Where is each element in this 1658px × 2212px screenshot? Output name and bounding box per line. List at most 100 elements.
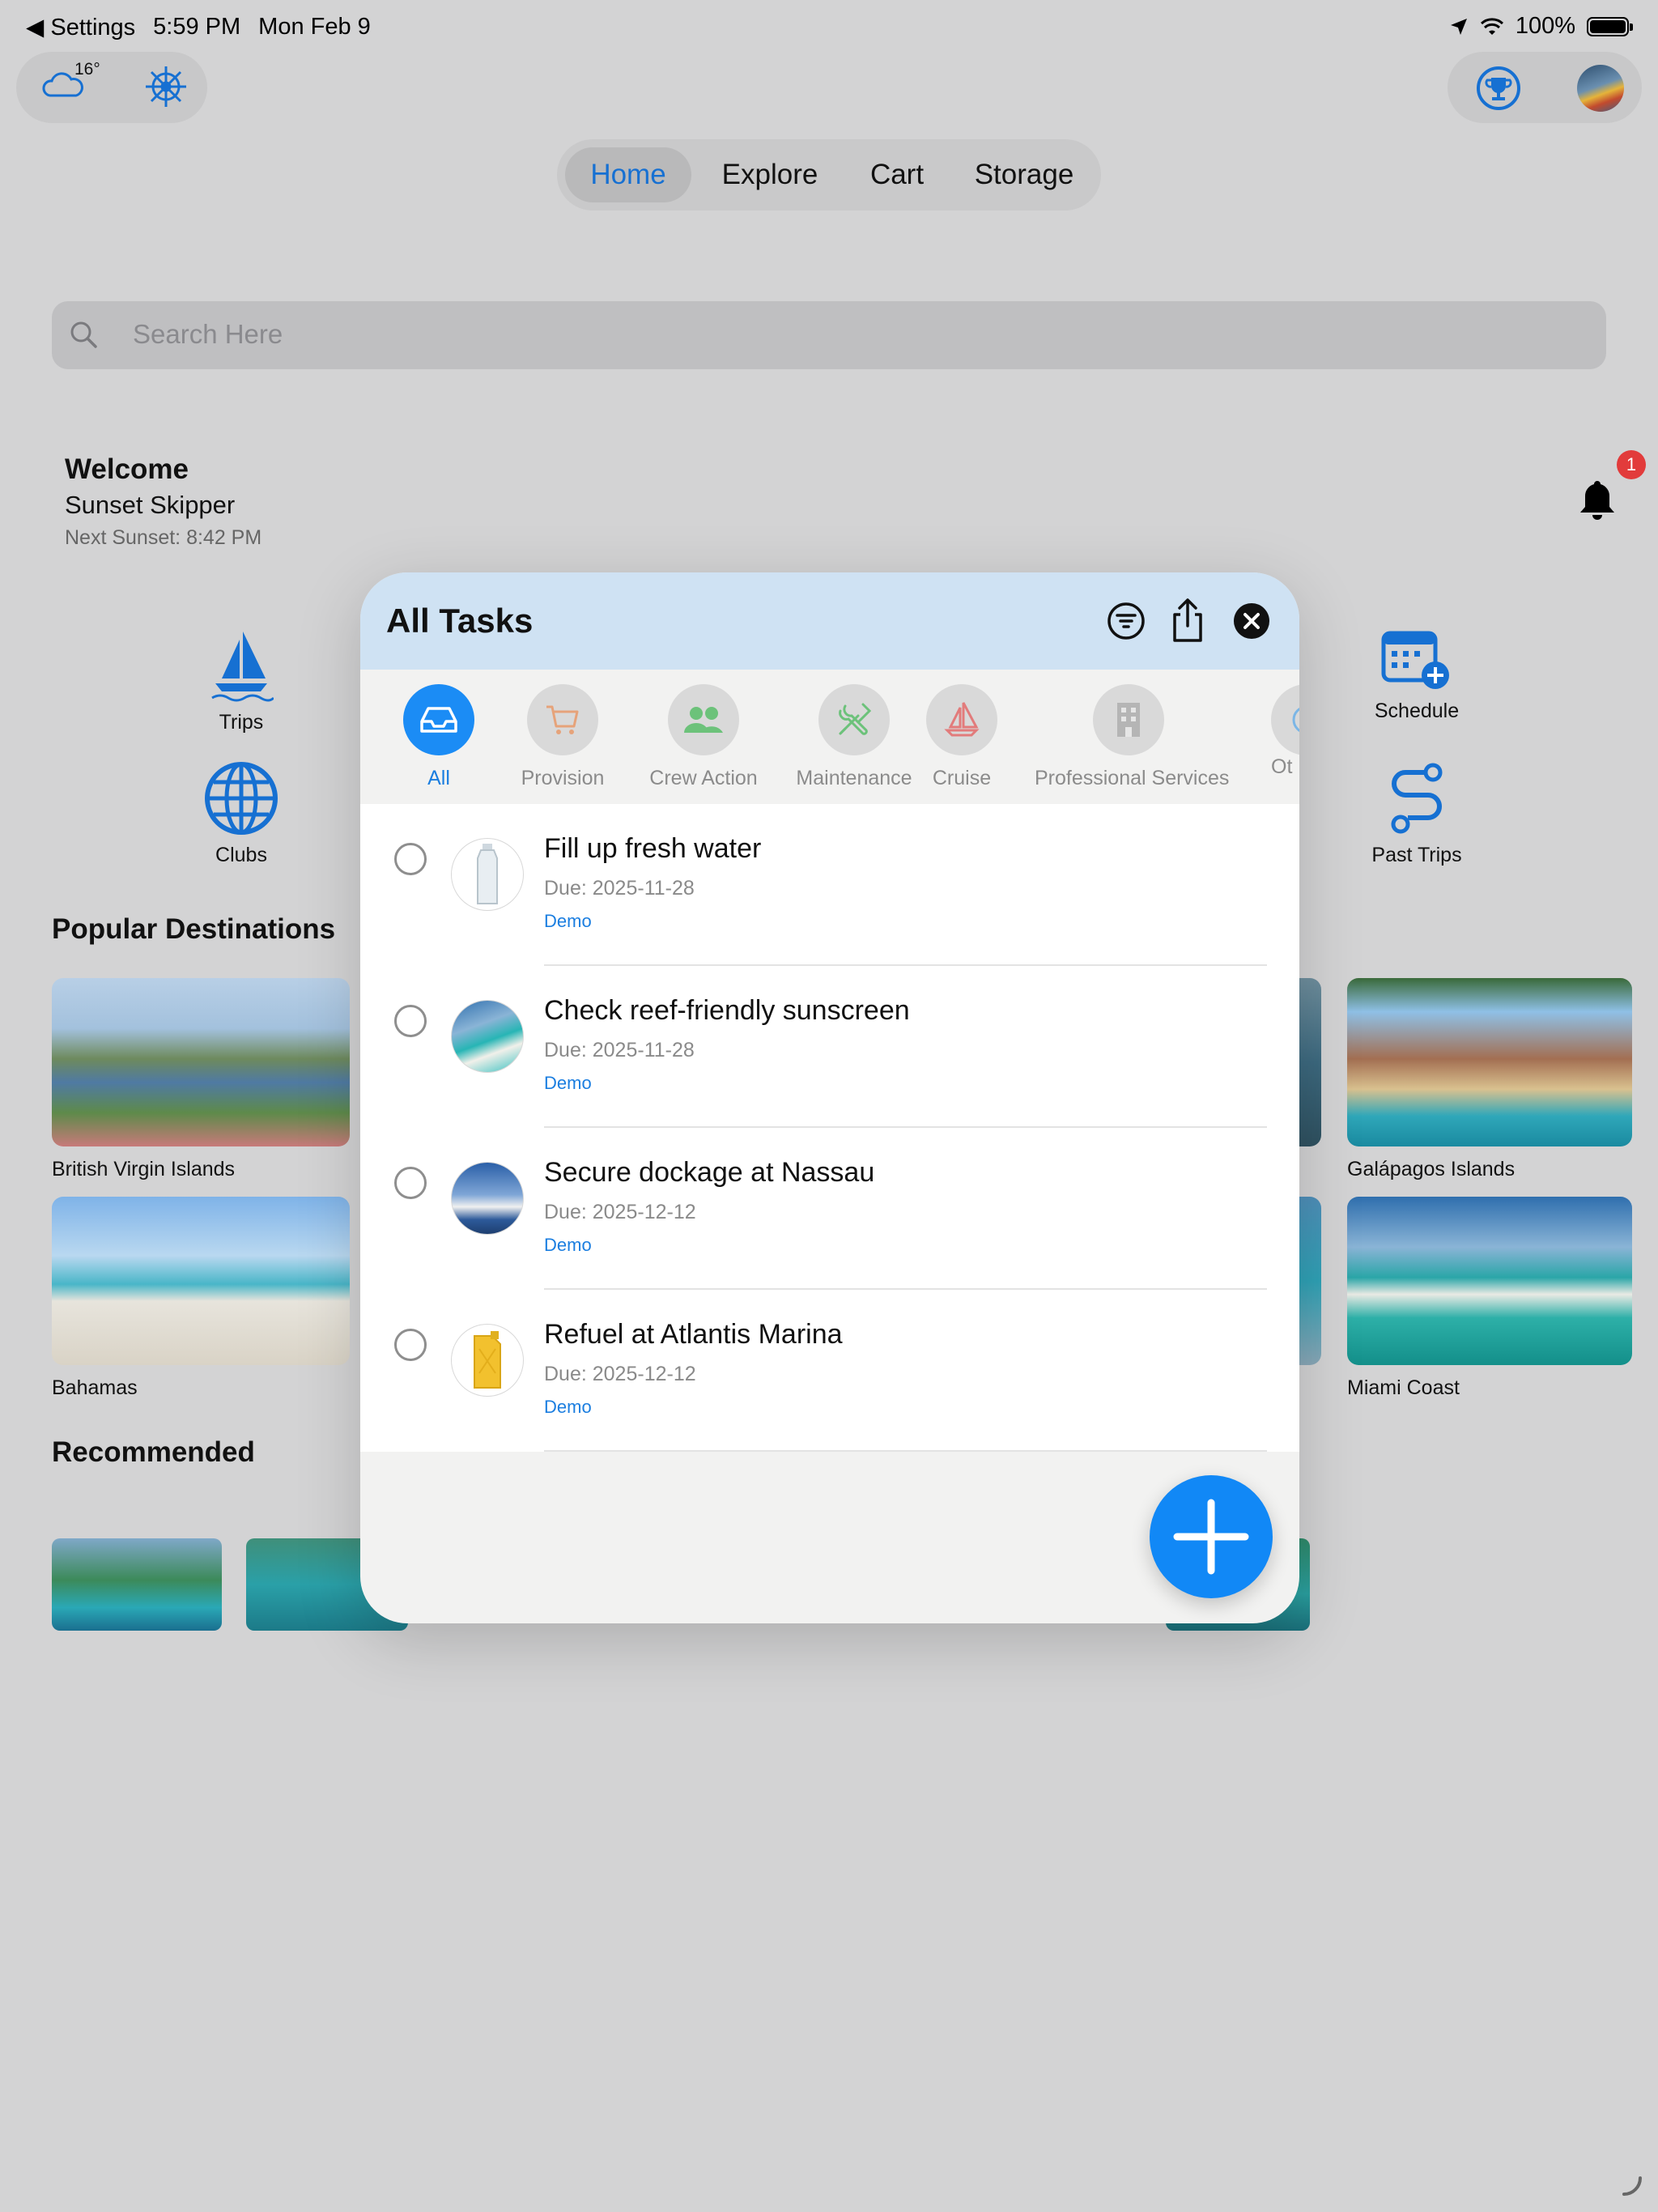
task-thumbnail	[451, 838, 524, 911]
destination-card[interactable]: British Virgin Islands	[52, 978, 350, 1181]
top-right-toolbar	[1448, 52, 1642, 123]
destination-image	[1347, 978, 1632, 1146]
tab-cart[interactable]: Cart	[840, 147, 954, 202]
clubs-label: Clubs	[215, 844, 267, 866]
destination-image	[52, 978, 350, 1146]
category-label: Cruise	[932, 767, 992, 789]
search-placeholder: Search Here	[133, 319, 283, 349]
sailboat-icon	[211, 632, 274, 702]
past-trips-button[interactable]: Past Trips	[1336, 761, 1498, 867]
category-label: Professional Services	[1035, 767, 1230, 789]
task-row[interactable]: Fill up fresh water Due: 2025-11-28 Demo	[360, 804, 1299, 966]
building-icon	[1117, 703, 1140, 737]
ship-wheel-icon	[146, 66, 186, 107]
task-row[interactable]: Refuel at Atlantis Marina Due: 2025-12-1…	[360, 1290, 1299, 1452]
battery-icon	[1587, 16, 1633, 36]
cart-icon	[546, 705, 579, 734]
recommended-card[interactable]	[52, 1538, 222, 1631]
destination-card[interactable]: Galápagos Islands	[1347, 978, 1632, 1181]
task-tag: Demo	[544, 1397, 592, 1417]
task-checkbox[interactable]	[394, 1167, 427, 1199]
category-label: Maintenance	[796, 767, 912, 789]
task-tag: Demo	[544, 1073, 592, 1093]
category-tab-all[interactable]: All	[398, 684, 479, 790]
destination-card[interactable]: Bahamas	[52, 1197, 350, 1400]
notifications-button[interactable]	[1577, 478, 1618, 525]
trips-button[interactable]: Trips	[160, 628, 322, 734]
category-label: All	[427, 767, 450, 789]
calendar-add-icon	[1381, 631, 1449, 689]
next-sunset: Next Sunset: 8:42 PM	[65, 526, 262, 549]
filter-button[interactable]	[1107, 602, 1146, 640]
destination-label: Bahamas	[52, 1376, 138, 1399]
recommended-heading: Recommended	[52, 1436, 255, 1468]
back-to-settings-link[interactable]: ◀ Settings	[26, 13, 135, 41]
schedule-label: Schedule	[1374, 700, 1460, 722]
share-button[interactable]	[1168, 597, 1207, 642]
clubs-button[interactable]: Clubs	[160, 761, 322, 867]
task-title: Fill up fresh water	[544, 833, 762, 864]
task-checkbox[interactable]	[394, 1329, 427, 1361]
people-icon	[684, 707, 723, 733]
helm-button[interactable]	[142, 63, 189, 114]
globe-icon	[205, 762, 278, 835]
destination-label: Miami Coast	[1347, 1376, 1460, 1399]
task-tag: Demo	[544, 1235, 592, 1255]
task-due-date: Due: 2025-11-28	[544, 1039, 695, 1061]
top-left-toolbar: 16°	[16, 52, 207, 123]
tab-storage[interactable]: Storage	[955, 147, 1093, 202]
schedule-button[interactable]: Schedule	[1336, 628, 1498, 723]
modal-header: All Tasks	[360, 572, 1299, 670]
location-icon	[1450, 18, 1467, 35]
add-task-button[interactable]	[1150, 1475, 1273, 1598]
task-due-date: Due: 2025-12-12	[544, 1363, 696, 1385]
category-label: Provision	[521, 767, 605, 789]
task-checkbox[interactable]	[394, 843, 427, 875]
search-input[interactable]: Search Here	[52, 301, 1606, 369]
category-tab-provision[interactable]: Provision	[512, 684, 614, 790]
tab-explore[interactable]: Explore	[701, 147, 839, 202]
category-tab-crew-action[interactable]: Crew Action	[630, 684, 777, 790]
category-label: Crew Action	[649, 767, 758, 789]
popular-destinations-heading: Popular Destinations	[52, 913, 336, 945]
close-button[interactable]	[1232, 602, 1271, 640]
destination-card[interactable]: Miami Coast	[1347, 1197, 1632, 1400]
bell-icon	[1580, 481, 1614, 520]
status-bar: ◀ Settings 5:59 PM Mon Feb 9 100%	[0, 8, 1658, 44]
route-icon	[1391, 763, 1443, 834]
tools-icon	[839, 703, 872, 735]
more-icon	[1292, 707, 1299, 733]
task-row[interactable]: Check reef-friendly sunscreen Due: 2025-…	[360, 966, 1299, 1128]
share-icon	[1173, 598, 1202, 642]
user-name: Sunset Skipper	[65, 491, 236, 519]
destination-image	[52, 1197, 350, 1365]
resize-handle-icon[interactable]	[1619, 2173, 1643, 2197]
category-tabs: All Provision Crew Action Maintenance Cr…	[360, 670, 1299, 804]
task-thumbnail	[451, 1162, 524, 1235]
avatar[interactable]	[1577, 65, 1624, 112]
category-tab-maintenance[interactable]: Maintenance	[766, 684, 942, 790]
modal-title: All Tasks	[386, 602, 534, 640]
task-list: Fill up fresh water Due: 2025-11-28 Demo…	[360, 804, 1299, 1452]
search-icon	[70, 321, 97, 348]
notification-badge: 1	[1617, 450, 1646, 479]
water-bottle-icon	[477, 844, 498, 904]
trips-label: Trips	[219, 711, 264, 734]
category-tab-other[interactable]: Ot	[1271, 684, 1299, 779]
category-tab-cruise[interactable]: Cruise	[923, 684, 1001, 790]
plus-icon	[1173, 1499, 1249, 1575]
task-checkbox[interactable]	[394, 1005, 427, 1037]
tab-home[interactable]: Home	[565, 147, 691, 202]
status-date: Mon Feb 9	[258, 14, 371, 40]
past-trips-label: Past Trips	[1371, 844, 1462, 866]
task-row[interactable]: Secure dockage at Nassau Due: 2025-12-12…	[360, 1128, 1299, 1290]
achievements-button[interactable]	[1475, 65, 1522, 116]
close-icon	[1234, 603, 1269, 639]
destination-image	[1347, 1197, 1632, 1365]
destination-label: British Virgin Islands	[52, 1158, 236, 1180]
task-tag: Demo	[544, 911, 592, 931]
welcome-heading: Welcome	[65, 453, 189, 485]
category-label: Ot	[1271, 755, 1293, 778]
category-tab-professional-services[interactable]: Professional Services	[1035, 684, 1229, 790]
task-thumbnail	[451, 1324, 524, 1397]
